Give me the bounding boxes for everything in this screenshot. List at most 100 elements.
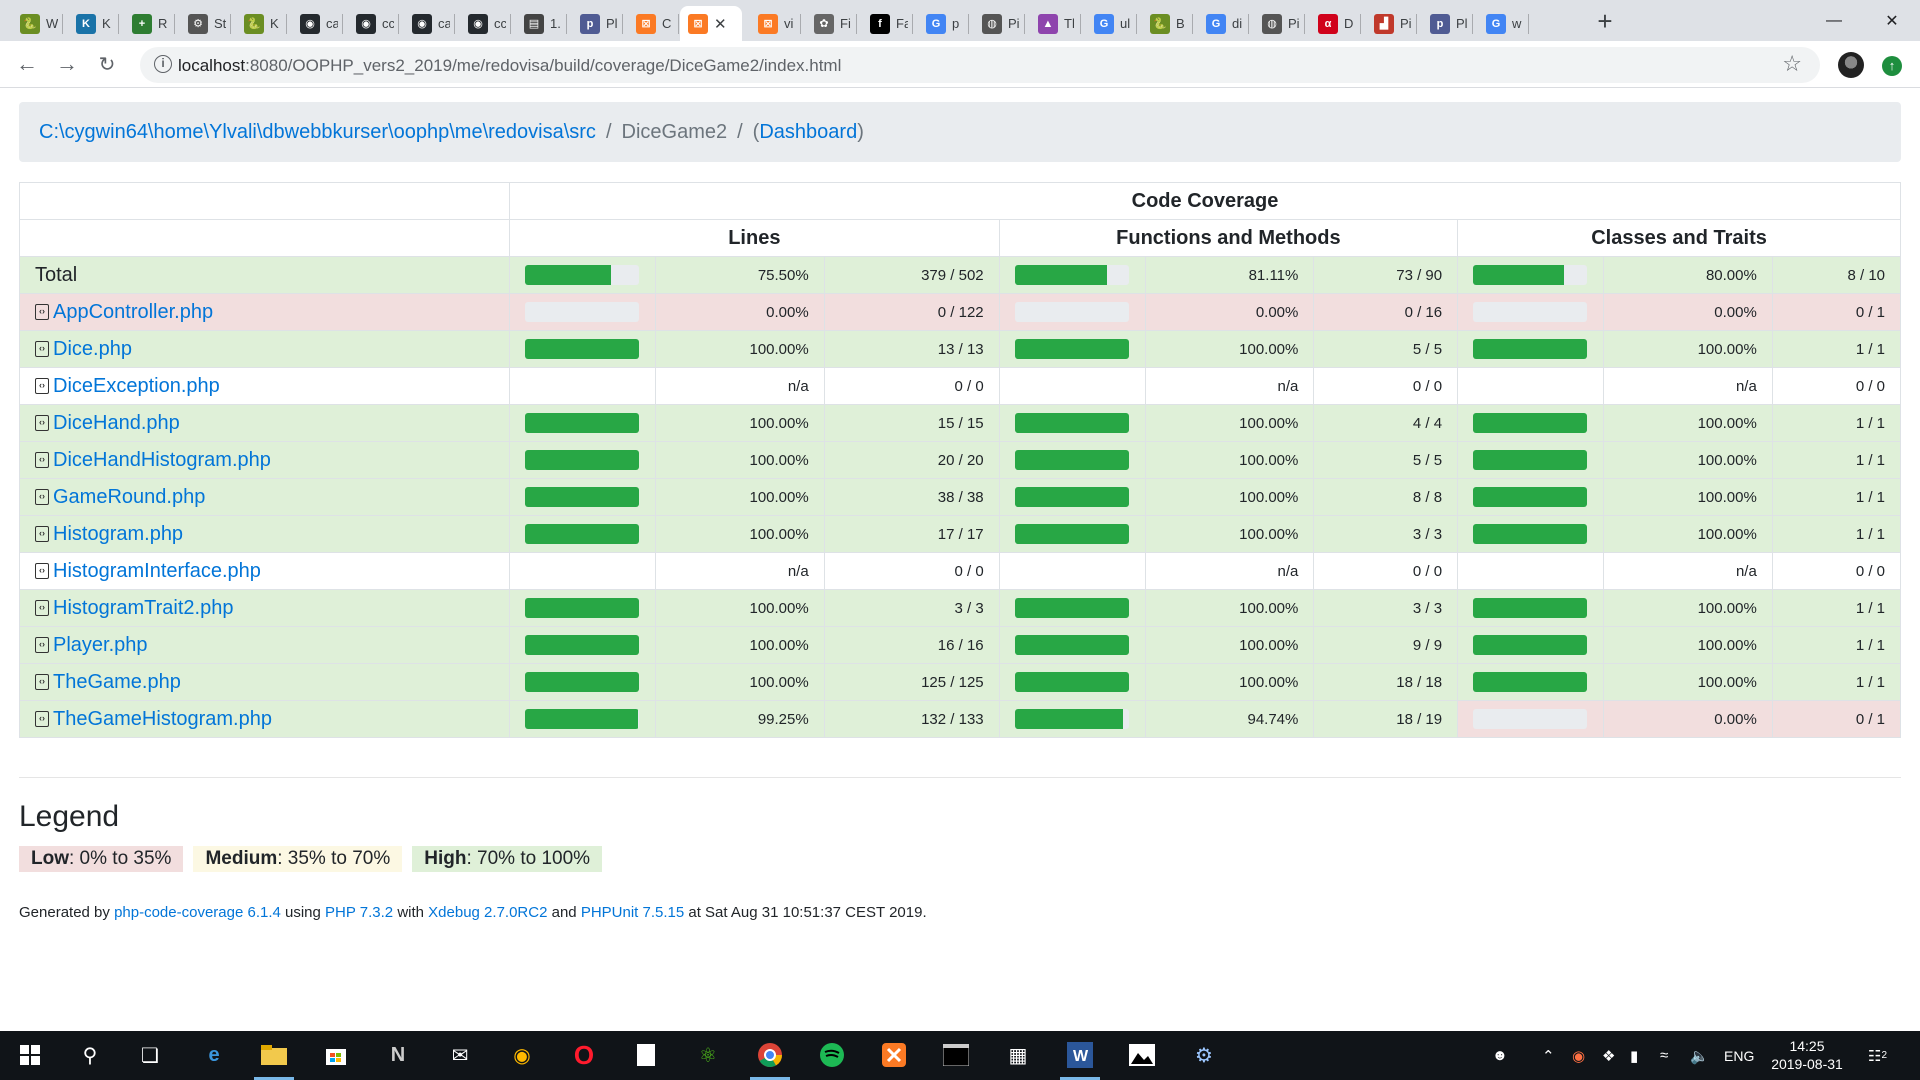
browser-tab[interactable]: ◉ ca bbox=[292, 6, 338, 41]
php-code-coverage-link[interactable]: php-code-coverage 6.1.4 bbox=[114, 904, 281, 921]
battery-icon[interactable]: ▮ bbox=[1630, 1031, 1638, 1080]
browser-tab[interactable]: f Fa bbox=[862, 6, 908, 41]
volume-icon[interactable]: 🔈 bbox=[1690, 1031, 1709, 1080]
wifi-icon[interactable]: ≈ bbox=[1660, 1031, 1668, 1080]
browser-tab[interactable]: ⚙ St bbox=[180, 6, 226, 41]
file-link[interactable]: Player.php bbox=[53, 634, 148, 656]
browser-tab[interactable]: ⊠ C bbox=[628, 6, 674, 41]
file-link[interactable]: DiceException.php bbox=[53, 375, 220, 397]
browser-tab[interactable]: ◍ Pi bbox=[1254, 6, 1300, 41]
browser-tab[interactable]: ◉ ca bbox=[404, 6, 450, 41]
file-link[interactable]: HistogramInterface.php bbox=[53, 560, 261, 582]
phpunit-link[interactable]: PHPUnit 7.5.15 bbox=[581, 904, 684, 921]
atom-icon[interactable]: ⚛ bbox=[692, 1039, 724, 1071]
browser-tab[interactable]: ⊠ vi bbox=[750, 6, 796, 41]
browser-tab[interactable]: ◍ Pi bbox=[974, 6, 1020, 41]
terminal-icon[interactable] bbox=[940, 1039, 972, 1071]
browser-tab[interactable]: 🐍 W bbox=[12, 6, 58, 41]
code-file-icon: ‹› bbox=[35, 673, 49, 690]
dashboard-link[interactable]: Dashboard bbox=[759, 121, 857, 144]
robot-icon[interactable]: ⚙ bbox=[1188, 1039, 1220, 1071]
extension-icon[interactable]: ↑ bbox=[1882, 56, 1902, 76]
browser-tab[interactable]: ◉ cc bbox=[460, 6, 506, 41]
file-link[interactable]: HistogramTrait2.php bbox=[53, 597, 233, 619]
windows-start-icon[interactable] bbox=[14, 1039, 46, 1071]
photos-icon[interactable] bbox=[1126, 1039, 1158, 1071]
language-indicator[interactable]: ENG bbox=[1724, 1031, 1754, 1080]
tab-separator bbox=[1472, 14, 1473, 34]
profile-avatar[interactable] bbox=[1838, 52, 1864, 78]
browser-tab[interactable]: ✿ Fi bbox=[806, 6, 852, 41]
tab-separator bbox=[678, 14, 679, 34]
tab-separator bbox=[1248, 14, 1249, 34]
browser-tab[interactable]: Gdi bbox=[1198, 6, 1244, 41]
browser-tab[interactable]: ▲ Tl bbox=[1030, 6, 1076, 41]
browser-tab[interactable]: αD bbox=[1310, 6, 1356, 41]
browser-tab[interactable]: 🐍 B bbox=[1142, 6, 1188, 41]
minimize-button[interactable]: — bbox=[1804, 0, 1864, 41]
word-icon[interactable]: W bbox=[1064, 1039, 1096, 1071]
file-cell: ‹› DiceHand.php bbox=[19, 404, 510, 442]
notion-icon[interactable]: N bbox=[382, 1039, 414, 1071]
spotify-icon[interactable] bbox=[816, 1039, 848, 1071]
classes-bar-cell bbox=[1457, 441, 1605, 479]
browser-tab[interactable]: p Pl bbox=[1422, 6, 1468, 41]
browser-tab[interactable]: ⊠ ✕ bbox=[680, 6, 742, 41]
close-tab-icon[interactable]: ✕ bbox=[714, 15, 727, 33]
close-window-button[interactable]: ✕ bbox=[1862, 0, 1920, 41]
classes-progress-fill bbox=[1473, 413, 1588, 433]
classes-bar-cell bbox=[1457, 663, 1605, 701]
browser-tab[interactable]: 🐍 K bbox=[236, 6, 282, 41]
notepad-icon[interactable] bbox=[630, 1039, 662, 1071]
forward-button[interactable]: → bbox=[52, 49, 82, 79]
browser-tab[interactable]: Gul bbox=[1086, 6, 1132, 41]
mail-icon[interactable]: ✉ bbox=[444, 1039, 476, 1071]
url-text[interactable]: localhost:8080/OOPHP_vers2_2019/me/redov… bbox=[178, 56, 841, 76]
file-link[interactable]: Histogram.php bbox=[53, 523, 183, 545]
info-icon[interactable]: i bbox=[154, 55, 172, 73]
file-link[interactable]: DiceHandHistogram.php bbox=[53, 449, 271, 471]
file-cell: ‹› GameRound.php bbox=[19, 478, 510, 516]
browser-tab[interactable]: ▤ 1. bbox=[516, 6, 562, 41]
dropbox-icon[interactable]: ❖ bbox=[1602, 1031, 1615, 1080]
breadcrumb-root-link[interactable]: C:\cygwin64\home\Ylvali\dbwebbkurser\oop… bbox=[39, 121, 596, 144]
file-link[interactable]: DiceHand.php bbox=[53, 412, 180, 434]
file-link[interactable]: Dice.php bbox=[53, 338, 132, 360]
search-icon[interactable]: ⚲ bbox=[74, 1039, 106, 1071]
browser-tab[interactable]: Gp bbox=[918, 6, 964, 41]
reload-button[interactable]: ↻ bbox=[92, 49, 122, 79]
browser-tab[interactable]: + R bbox=[124, 6, 170, 41]
bookmark-star-icon[interactable]: ☆ bbox=[1782, 51, 1802, 77]
php-link[interactable]: PHP 7.3.2 bbox=[325, 904, 393, 921]
tray-app-icon[interactable]: ◉ bbox=[1572, 1031, 1585, 1080]
file-explorer-icon[interactable] bbox=[258, 1039, 290, 1071]
file-link[interactable]: GameRound.php bbox=[53, 486, 205, 508]
file-link[interactable]: TheGameHistogram.php bbox=[53, 708, 272, 730]
browser-tab[interactable]: ◉ cc bbox=[348, 6, 394, 41]
xdebug-link[interactable]: Xdebug 2.7.0RC2 bbox=[428, 904, 547, 921]
file-link[interactable]: AppController.php bbox=[53, 301, 213, 323]
edge-icon[interactable]: e bbox=[198, 1039, 230, 1071]
xampp-icon[interactable] bbox=[878, 1039, 910, 1071]
tab-label: W bbox=[46, 16, 58, 31]
chrome-icon[interactable] bbox=[754, 1039, 786, 1071]
browser-tab[interactable]: KK bbox=[68, 6, 114, 41]
tor-icon[interactable]: ◉ bbox=[506, 1039, 538, 1071]
back-button[interactable]: ← bbox=[12, 49, 42, 79]
browser-tab[interactable]: p Pl bbox=[572, 6, 618, 41]
new-tab-button[interactable]: + bbox=[1590, 6, 1620, 36]
lines-percent: 100.00% bbox=[655, 515, 825, 553]
tray-chevron-icon[interactable]: ⌃ bbox=[1542, 1031, 1555, 1080]
browser-tab[interactable]: ▟ Pi bbox=[1366, 6, 1412, 41]
address-bar[interactable]: i localhost:8080/OOPHP_vers2_2019/me/red… bbox=[140, 47, 1820, 83]
calculator-icon[interactable]: ▦ bbox=[1002, 1039, 1034, 1071]
people-icon[interactable]: ☻ bbox=[1492, 1031, 1508, 1080]
opera-icon[interactable]: O bbox=[568, 1039, 600, 1071]
notifications-icon[interactable]: ☷ 2 bbox=[1868, 1031, 1887, 1080]
clock[interactable]: 14:25 2019-08-31 bbox=[1762, 1037, 1852, 1073]
store-icon[interactable] bbox=[320, 1039, 352, 1071]
file-link[interactable]: TheGame.php bbox=[53, 671, 181, 693]
tab-separator bbox=[800, 14, 801, 34]
browser-tab[interactable]: Gw bbox=[1478, 6, 1524, 41]
task-view-icon[interactable]: ❏ bbox=[134, 1039, 166, 1071]
